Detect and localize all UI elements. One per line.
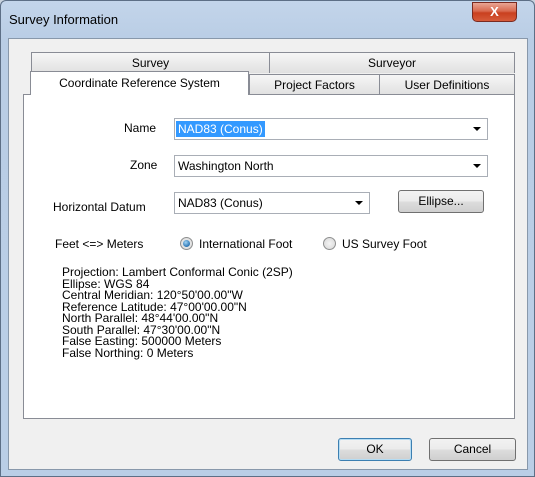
cancel-button-label: Cancel [453, 442, 492, 456]
zone-label: Zone [130, 158, 158, 172]
horizontal-datum-label: Horizontal Datum [53, 200, 146, 214]
tab-surveyor[interactable]: Surveyor [269, 52, 515, 73]
radio-selected-dot [183, 240, 190, 247]
name-label: Name [124, 121, 157, 135]
international-foot-radio[interactable] [180, 237, 193, 250]
cancel-button[interactable]: Cancel [429, 438, 516, 461]
window-title: Survey Information [9, 12, 119, 27]
tab-user-definitions-label: User Definitions [404, 78, 490, 92]
tab-survey-label: Survey [131, 56, 170, 70]
survey-information-dialog: Survey Information X Survey Surveyor Coo… [0, 0, 535, 477]
ok-button-label: OK [366, 442, 384, 456]
tab-project-factors-label: Project Factors [274, 78, 355, 92]
close-icon: X [490, 4, 499, 19]
horizontal-datum-value: NAD83 (Conus) [178, 196, 263, 210]
name-combobox[interactable]: NAD83 (Conus) [174, 118, 488, 140]
tab-user-definitions[interactable]: User Definitions [379, 74, 515, 95]
zone-value: Washington North [178, 159, 274, 173]
tab-surveyor-label: Surveyor [367, 56, 417, 70]
international-foot-label[interactable]: International Foot [199, 237, 292, 251]
zone-combobox[interactable]: Washington North [174, 155, 488, 177]
tab-panel [23, 94, 515, 419]
tab-coordinate-reference-system[interactable]: Coordinate Reference System [30, 71, 249, 95]
dialog-client-area: Survey Surveyor Coordinate Reference Sys… [8, 38, 528, 470]
chevron-down-icon [473, 164, 481, 168]
us-survey-foot-radio[interactable] [323, 237, 336, 250]
projection-info-line: False Northing: 0 Meters [62, 345, 194, 360]
tab-project-factors[interactable]: Project Factors [249, 74, 380, 95]
close-button[interactable]: X [472, 2, 517, 22]
us-survey-foot-label[interactable]: US Survey Foot [342, 237, 427, 251]
tab-crs-label: Coordinate Reference System [59, 76, 220, 90]
chevron-down-icon [355, 201, 363, 205]
ellipse-button-label: Ellipse... [418, 194, 464, 208]
chevron-down-icon [473, 127, 481, 131]
projection-info-block: Projection: Lambert Conformal Conic (2SP… [62, 266, 293, 360]
title-bar[interactable]: Survey Information X [1, 1, 534, 37]
tab-survey[interactable]: Survey [31, 52, 270, 73]
ok-button[interactable]: OK [338, 438, 412, 461]
horizontal-datum-combobox[interactable]: NAD83 (Conus) [174, 192, 370, 214]
name-value: NAD83 (Conus) [176, 121, 265, 137]
ellipse-button[interactable]: Ellipse... [398, 190, 484, 213]
units-label: Feet <=> Meters [55, 237, 144, 251]
